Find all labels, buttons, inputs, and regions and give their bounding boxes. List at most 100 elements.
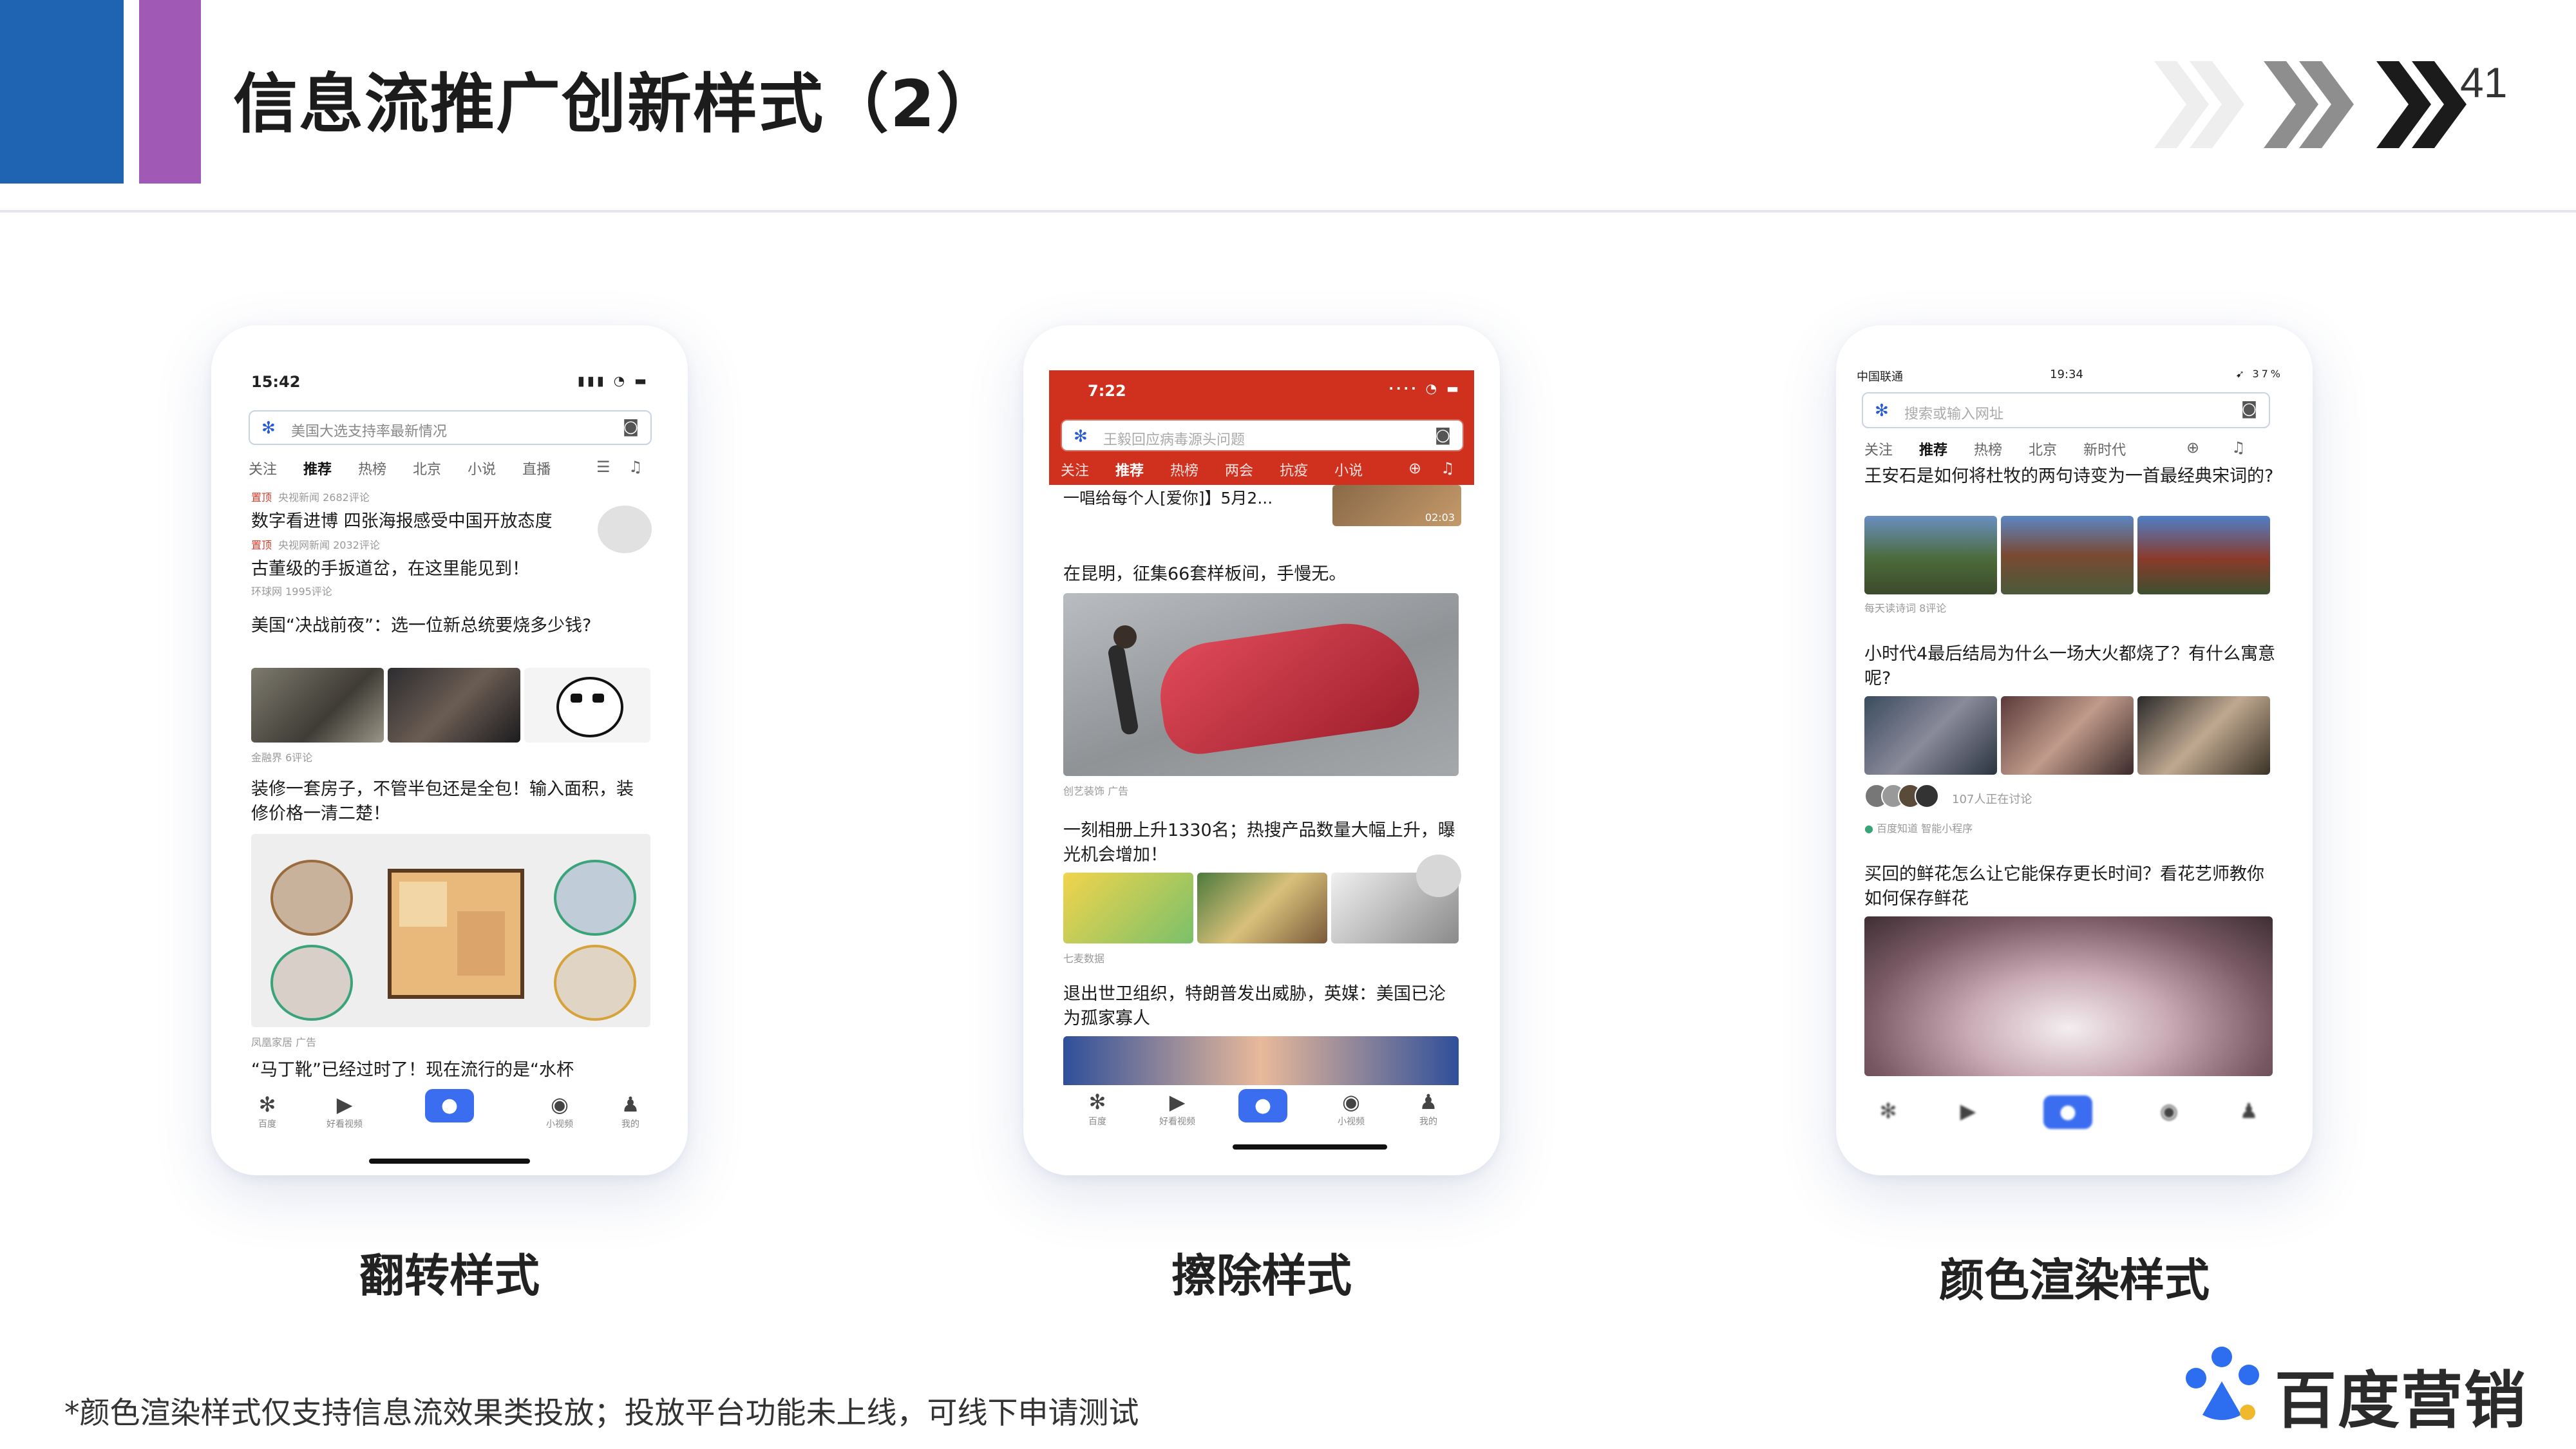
bottom-nav: ✻ ▶ ● ◉ ♟ xyxy=(1850,1084,2298,1155)
home-indicator xyxy=(369,1159,530,1164)
nav-video[interactable]: ▶ 好看视频 xyxy=(1142,1089,1213,1128)
tab-follow[interactable]: 关注 xyxy=(1061,463,1089,479)
tab-hot[interactable]: 热榜 xyxy=(1974,442,2002,459)
feed-headline[interactable]: 数字看进博 四张海报感受中国开放态度 xyxy=(251,509,650,534)
nav-me[interactable]: ♟ 我的 xyxy=(595,1092,662,1130)
feed-image[interactable] xyxy=(251,668,384,743)
feed-image[interactable] xyxy=(388,668,520,743)
feed-meta: 金融界 6评论 xyxy=(251,752,313,764)
page-number: 41 xyxy=(2460,59,2508,106)
chat-bubble-icon: ◉ xyxy=(1342,1090,1360,1114)
nav-home[interactable]: ✻ 百度 xyxy=(237,1092,303,1130)
chevron-double-right-icon xyxy=(2154,61,2244,148)
bottom-nav: ✻ 百度 ▶ 好看视频 ● ◉ 小视频 ♟ 我的 xyxy=(237,1077,662,1155)
tab-hot[interactable]: 热榜 xyxy=(358,462,386,478)
feed-meta: 凤凰家居 广告 xyxy=(251,1036,317,1048)
feed-image[interactable] xyxy=(2001,516,2134,594)
add-icon[interactable]: ⊕ xyxy=(2186,439,2199,457)
nav-me[interactable]: ♟ 我的 xyxy=(1393,1089,1464,1128)
user-icon: ♟ xyxy=(2239,1099,2259,1123)
baidu-paw-icon: ✻ xyxy=(1088,1090,1106,1114)
baidu-marketing-logo: 百度营销 xyxy=(2177,1343,2526,1437)
microphone-icon: ● xyxy=(440,1094,459,1117)
feed-image-flowers[interactable] xyxy=(1864,916,2273,1076)
headphones-icon[interactable]: ♫ xyxy=(1441,459,1455,477)
status-bar: 7:22 ···· ◔ ▬ xyxy=(1049,370,1474,422)
tab-recommend[interactable]: 推荐 xyxy=(1919,442,1947,459)
feed-headline[interactable]: 美国“决战前夜”：选一位新总统要烧多少钱? xyxy=(251,614,612,638)
baidu-paw-icon: ✻ xyxy=(261,419,276,438)
feed-image[interactable] xyxy=(1864,516,1997,594)
tab-new-era[interactable]: 新时代 xyxy=(2083,442,2126,459)
nav-me[interactable]: ♟ xyxy=(2213,1098,2284,1124)
feed-image[interactable] xyxy=(1063,873,1193,943)
feed-headline[interactable]: 一唱给每个人[爱你]】5月2... xyxy=(1063,486,1334,511)
feed-headline[interactable]: 一刻相册上升1330名；热搜产品数量大幅上升，曝光机会增加！ xyxy=(1063,819,1463,867)
feed-image[interactable] xyxy=(1197,873,1327,943)
tab-beijing[interactable]: 北京 xyxy=(2029,442,2057,459)
nav-short-video[interactable]: ◉ 小视频 xyxy=(1316,1089,1387,1128)
baidu-paw-icon: ✻ xyxy=(1074,427,1088,446)
feed-headline[interactable]: 退出世卫组织，特朗普发出威胁，英媒：美国已沦为孤家寡人 xyxy=(1063,982,1463,1031)
feed-image[interactable] xyxy=(2137,696,2270,775)
play-icon: ▶ xyxy=(1169,1090,1186,1114)
avatar-stack xyxy=(1864,784,1942,808)
feed-headline[interactable]: 在昆明，征集66套样板间，手慢无。 xyxy=(1063,562,1463,587)
feed-headline[interactable]: 装修一套房子，不管半包还是全包！输入面积，装修价格一清二楚！ xyxy=(251,777,650,826)
brand-name: 百度营销 xyxy=(2275,1365,2527,1437)
camera-icon[interactable]: ◙ xyxy=(2241,399,2257,419)
footnote: *颜色渲染样式仅支持信息流效果类投放；投放平台功能未上线，可线下申请测试 xyxy=(64,1396,1139,1431)
nav-home[interactable]: ✻ 百度 xyxy=(1062,1089,1133,1128)
tab-novel[interactable]: 小说 xyxy=(468,462,496,478)
tab-lianghui[interactable]: 两会 xyxy=(1225,463,1253,479)
phone-screen: 中国联通 19:34 ➹ 37% ✻ 搜索或输入网址 ◙ 关注 推荐 热榜 北京… xyxy=(1850,356,2298,1155)
status-bar: 15:42 ▮▮▮ ◔ ▬ xyxy=(237,356,662,408)
nav-short-video[interactable]: ◉ 小视频 xyxy=(524,1092,595,1130)
feed-image[interactable] xyxy=(1063,1036,1459,1088)
tab-hot[interactable]: 热榜 xyxy=(1170,463,1198,479)
tab-follow[interactable]: 关注 xyxy=(249,462,277,478)
voice-search-button[interactable]: ● xyxy=(1238,1089,1287,1122)
menu-icon[interactable]: ☰ xyxy=(596,458,611,476)
video-thumbnail[interactable]: 02:03 xyxy=(1332,485,1461,526)
feed-headline[interactable]: 王安石是如何将杜牧的两句诗变为一首最经典宋词的? xyxy=(1864,464,2277,489)
tab-live[interactable]: 直播 xyxy=(522,462,551,478)
voice-search-button[interactable]: ● xyxy=(425,1089,474,1122)
channel-tabs: 关注 推荐 热榜 两会 抗疫 小说 ⊕ ♫ xyxy=(1061,459,1464,485)
nav-home[interactable]: ✻ xyxy=(1853,1098,1924,1124)
tab-novel[interactable]: 小说 xyxy=(1334,463,1363,479)
tab-follow[interactable]: 关注 xyxy=(1864,442,1893,459)
nav-video[interactable]: ▶ 好看视频 xyxy=(309,1092,380,1130)
feed-image[interactable] xyxy=(2001,696,2134,775)
nav-video[interactable]: ▶ xyxy=(1933,1098,2003,1124)
page-title: 信息流推广创新样式（2） xyxy=(233,66,1002,142)
tab-covid[interactable]: 抗疫 xyxy=(1280,463,1308,479)
feed-image-floorplan[interactable] xyxy=(251,834,650,1027)
tab-recommend[interactable]: 推荐 xyxy=(1115,463,1144,479)
tab-recommend[interactable]: 推荐 xyxy=(303,462,332,478)
tab-beijing[interactable]: 北京 xyxy=(413,462,441,478)
camera-icon[interactable]: ◙ xyxy=(623,417,639,437)
status-time: 7:22 xyxy=(1088,382,1126,400)
headphones-icon[interactable]: ♫ xyxy=(629,458,643,476)
feed-headline[interactable]: 古董级的手扳道岔，在这里能见到！ xyxy=(251,557,650,582)
header-purple-bar xyxy=(139,0,201,184)
search-bar[interactable]: ✻ 搜索或输入网址 ◙ xyxy=(1862,392,2270,428)
add-icon[interactable]: ⊕ xyxy=(1408,459,1421,477)
search-bar[interactable]: ✻ 美国大选支持率最新情况 ◙ xyxy=(249,410,652,445)
feed-headline[interactable]: 小时代4最后结局为什么一场大火都烧了？有什么寓意呢? xyxy=(1864,642,2277,691)
status-time: 19:34 xyxy=(2050,368,2083,381)
feed-image-car[interactable] xyxy=(1063,593,1459,776)
headphones-icon[interactable]: ♫ xyxy=(2231,439,2246,457)
search-bar[interactable]: ✻ 王毅回应病毒源头问题 ◙ xyxy=(1061,419,1464,451)
feed-headline[interactable]: 买回的鲜花怎么让它能保存更长时间？看花艺师教你如何保存鲜花 xyxy=(1864,862,2277,911)
feed-image[interactable] xyxy=(524,668,650,743)
caption-color-render-style: 颜色渲染样式 xyxy=(1939,1254,2210,1307)
camera-icon[interactable]: ◙ xyxy=(1435,426,1451,445)
channel-tabs: 关注 推荐 热榜 北京 小说 直播 ☰ ♫ xyxy=(249,458,652,484)
status-time: 15:42 xyxy=(251,373,301,391)
feed-image[interactable] xyxy=(2137,516,2270,594)
feed-image[interactable] xyxy=(1864,696,1997,775)
nav-short-video[interactable]: ◉ xyxy=(2134,1098,2204,1124)
voice-search-button[interactable]: ● xyxy=(2043,1095,2092,1129)
